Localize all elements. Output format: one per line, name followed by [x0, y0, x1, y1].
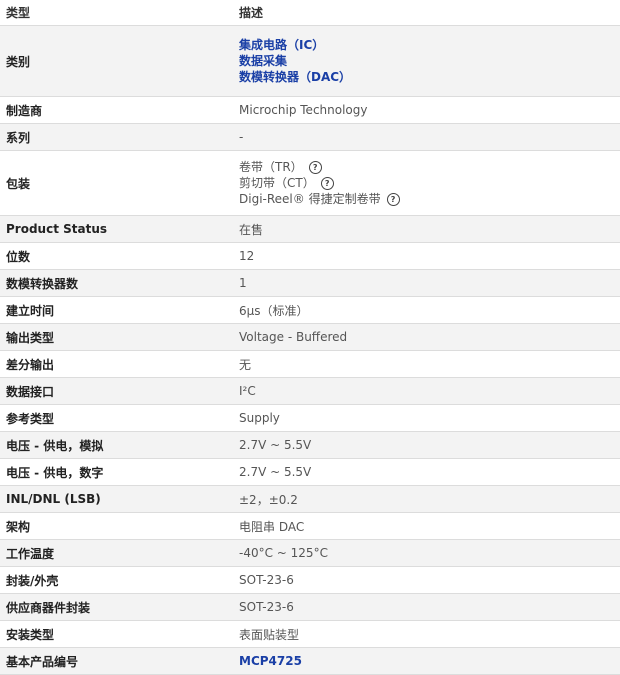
- packaging-option-tape-reel: 卷带（TR）: [239, 160, 303, 174]
- row-label: 电压 - 供电，模拟: [0, 431, 233, 459]
- row-label: 工作温度: [0, 539, 233, 567]
- row-label: 电压 - 供电，数字: [0, 458, 233, 486]
- row-label: 输出类型: [0, 323, 233, 351]
- table-row-product-status: Product Status 在售: [0, 215, 620, 243]
- product-attributes-table: 类型 描述 类别 集成电路（IC） 数据采集 数模转换器（DAC） 制造商 Mi…: [0, 0, 620, 675]
- row-label: 参考类型: [0, 404, 233, 432]
- category-link-data-acquisition[interactable]: 数据采集: [239, 54, 287, 68]
- row-value: SOT-23-6: [233, 593, 620, 621]
- table-row-data-interface: 数据接口 I²C: [0, 377, 620, 405]
- category-link-ic[interactable]: 集成电路（IC）: [239, 38, 324, 52]
- row-value: SOT-23-6: [233, 566, 620, 594]
- row-value: -: [233, 123, 620, 151]
- table-row-category: 类别 集成电路（IC） 数据采集 数模转换器（DAC）: [0, 25, 620, 97]
- column-header-description: 描述: [233, 0, 620, 26]
- row-value: -40°C ~ 125°C: [233, 539, 620, 567]
- row-value: 无: [233, 350, 620, 378]
- question-circle-icon[interactable]: ?: [320, 177, 334, 190]
- table-row-operating-temp: 工作温度 -40°C ~ 125°C: [0, 539, 620, 567]
- table-row-series: 系列 -: [0, 123, 620, 151]
- row-label: 位数: [0, 242, 233, 270]
- row-value: 电阻串 DAC: [233, 512, 620, 540]
- row-label: 包装: [0, 150, 233, 216]
- row-value: MCP4725: [233, 647, 620, 675]
- row-label: 数模转换器数: [0, 269, 233, 297]
- table-row-inl-dnl: INL/DNL (LSB) ±2，±0.2: [0, 485, 620, 513]
- table-row-bits: 位数 12: [0, 242, 620, 270]
- row-value: 1: [233, 269, 620, 297]
- row-label: 架构: [0, 512, 233, 540]
- table-row-package-case: 封装/外壳 SOT-23-6: [0, 566, 620, 594]
- table-row-dac-count: 数模转换器数 1: [0, 269, 620, 297]
- category-link-dac[interactable]: 数模转换器（DAC）: [239, 70, 351, 84]
- question-circle-icon[interactable]: ?: [308, 161, 322, 174]
- row-label: 类别: [0, 25, 233, 97]
- row-label: 封装/外壳: [0, 566, 233, 594]
- table-row-packaging: 包装 卷带（TR）? 剪切带（CT）? Digi-Reel® 得捷定制卷带?: [0, 150, 620, 216]
- question-circle-icon[interactable]: ?: [386, 193, 400, 206]
- row-label: 建立时间: [0, 296, 233, 324]
- table-row-output-type: 输出类型 Voltage - Buffered: [0, 323, 620, 351]
- table-row-supply-analog: 电压 - 供电，模拟 2.7V ~ 5.5V: [0, 431, 620, 459]
- row-label: 数据接口: [0, 377, 233, 405]
- table-row-supply-digital: 电压 - 供电，数字 2.7V ~ 5.5V: [0, 458, 620, 486]
- row-value: Microchip Technology: [233, 96, 620, 124]
- table-row-supplier-package: 供应商器件封装 SOT-23-6: [0, 593, 620, 621]
- table-header-row: 类型 描述: [0, 0, 620, 26]
- packaging-option-cut-tape: 剪切带（CT）: [239, 176, 315, 190]
- row-value: ±2，±0.2: [233, 485, 620, 513]
- row-label: 供应商器件封装: [0, 593, 233, 621]
- table-row-differential-output: 差分输出 无: [0, 350, 620, 378]
- row-value: 卷带（TR）? 剪切带（CT）? Digi-Reel® 得捷定制卷带?: [233, 150, 620, 216]
- row-label: Product Status: [0, 215, 233, 243]
- row-value: 12: [233, 242, 620, 270]
- row-label: 差分输出: [0, 350, 233, 378]
- table-row-architecture: 架构 电阻串 DAC: [0, 512, 620, 540]
- row-value: 2.7V ~ 5.5V: [233, 458, 620, 486]
- row-label: 制造商: [0, 96, 233, 124]
- row-value: I²C: [233, 377, 620, 405]
- row-value: 6µs（标准）: [233, 296, 620, 324]
- base-part-link[interactable]: MCP4725: [239, 654, 302, 668]
- table-row-settling-time: 建立时间 6µs（标准）: [0, 296, 620, 324]
- row-value: 集成电路（IC） 数据采集 数模转换器（DAC）: [233, 25, 620, 97]
- row-label: 基本产品编号: [0, 647, 233, 675]
- row-value: Voltage - Buffered: [233, 323, 620, 351]
- row-value: 表面贴装型: [233, 620, 620, 648]
- table-row-reference-type: 参考类型 Supply: [0, 404, 620, 432]
- row-value: 2.7V ~ 5.5V: [233, 431, 620, 459]
- table-row-manufacturer: 制造商 Microchip Technology: [0, 96, 620, 124]
- packaging-option-digi-reel: Digi-Reel® 得捷定制卷带: [239, 192, 381, 206]
- row-label: INL/DNL (LSB): [0, 485, 233, 513]
- row-value: Supply: [233, 404, 620, 432]
- row-value: 在售: [233, 215, 620, 243]
- table-row-mounting-type: 安装类型 表面贴装型: [0, 620, 620, 648]
- row-label: 安装类型: [0, 620, 233, 648]
- row-label: 系列: [0, 123, 233, 151]
- table-row-base-part: 基本产品编号 MCP4725: [0, 647, 620, 675]
- column-header-type: 类型: [0, 0, 233, 26]
